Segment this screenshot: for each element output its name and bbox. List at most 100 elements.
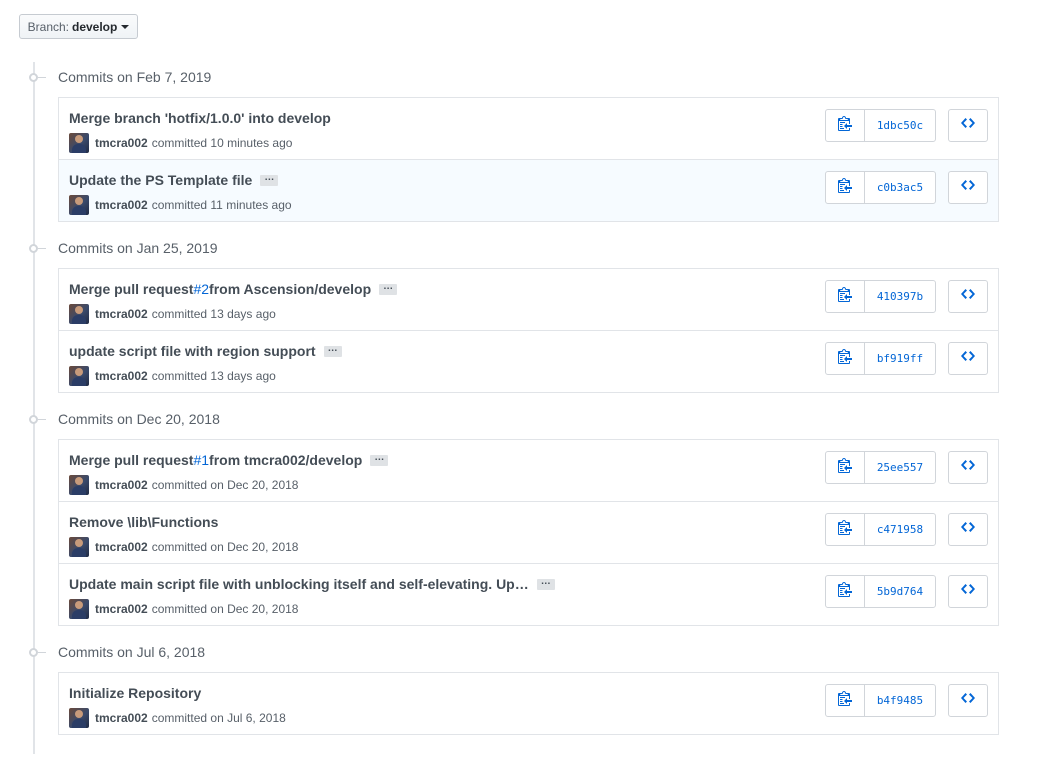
copy-sha-button[interactable] [826, 343, 865, 374]
code-icon [961, 115, 975, 136]
commit-title[interactable]: Remove \lib\Functions [69, 514, 218, 530]
avatar[interactable] [69, 195, 89, 215]
branch-select-button[interactable]: Branch: develop [19, 14, 138, 39]
commit-title[interactable]: Merge pull request #1 from tmcra002/deve… [69, 452, 389, 468]
commit-title[interactable]: Merge branch 'hotfix/1.0.0' into develop [69, 110, 331, 126]
copy-sha-button[interactable] [826, 281, 865, 312]
commit-list: Initialize Repository tmcra002 committed o… [58, 672, 999, 735]
avatar[interactable] [69, 133, 89, 153]
avatar[interactable] [69, 304, 89, 324]
commit-sha-link[interactable]: c0b3ac5 [865, 172, 935, 203]
sha-button-group: c0b3ac5 [825, 171, 936, 204]
browse-repo-button[interactable] [948, 280, 988, 313]
commit-author[interactable]: tmcra002 [95, 198, 148, 212]
copy-sha-button[interactable] [826, 452, 865, 483]
commit-author[interactable]: tmcra002 [95, 711, 148, 725]
sha-button-group: 25ee557 [825, 451, 936, 484]
commit-title-text[interactable]: update script file with region support [69, 343, 316, 359]
copy-sha-button[interactable] [826, 110, 865, 141]
code-icon [961, 690, 975, 711]
commit-author[interactable]: tmcra002 [95, 369, 148, 383]
commit-author[interactable]: tmcra002 [95, 307, 148, 321]
commit-group-date: Commits on Dec 20, 2018 [58, 411, 220, 427]
commit-group-header: Commits on Jan 25, 2019 [26, 238, 218, 258]
commit-time: committed on Jul 6, 2018 [151, 711, 286, 725]
commit-author[interactable]: tmcra002 [95, 540, 148, 554]
commit-meta: tmcra002 committed on Dec 20, 2018 [69, 475, 298, 495]
ellipsis-icon[interactable]: … [323, 343, 342, 357]
commit-author[interactable]: tmcra002 [95, 602, 148, 616]
browse-repo-button[interactable] [948, 342, 988, 375]
sha-button-group: 410397b [825, 280, 936, 313]
browse-repo-button[interactable] [948, 513, 988, 546]
copy-sha-button[interactable] [826, 576, 865, 607]
commit-title-text[interactable]: Remove \lib\Functions [69, 514, 218, 530]
browse-repo-button[interactable] [948, 109, 988, 142]
avatar[interactable] [69, 475, 89, 495]
avatar[interactable] [69, 537, 89, 557]
commit-meta: tmcra002 committed on Jul 6, 2018 [69, 708, 286, 728]
clipboard-icon [838, 115, 852, 136]
commit-title[interactable]: Merge pull request #2 from Ascension/dev… [69, 281, 398, 297]
commit-time: committed 13 days ago [151, 369, 276, 383]
commit-sha-link[interactable]: 5b9d764 [865, 576, 935, 607]
ellipsis-icon[interactable]: … [260, 172, 279, 186]
copy-sha-button[interactable] [826, 685, 865, 716]
commit-title[interactable]: Update main script file with unblocking … [69, 576, 555, 592]
commit-group-date: Commits on Jul 6, 2018 [58, 644, 206, 660]
browse-repo-button[interactable] [948, 451, 988, 484]
copy-sha-button[interactable] [826, 514, 865, 545]
commit-time: committed 13 days ago [151, 307, 276, 321]
clipboard-icon [838, 177, 852, 198]
ellipsis-icon[interactable]: … [379, 281, 398, 295]
commit-sha-link[interactable]: 410397b [865, 281, 935, 312]
code-icon [961, 581, 975, 602]
commit-title-text[interactable]: from tmcra002/develop [209, 452, 362, 468]
commit-sha-link[interactable]: c471958 [865, 514, 935, 545]
copy-sha-button[interactable] [826, 172, 865, 203]
commit-title-text[interactable]: Initialize Repository [69, 685, 201, 701]
commit-time: committed 11 minutes ago [151, 198, 292, 212]
browse-repo-button[interactable] [948, 171, 988, 204]
commit-author[interactable]: tmcra002 [95, 136, 148, 150]
ellipsis-icon[interactable]: … [536, 576, 555, 590]
commit-meta: tmcra002 committed on Dec 20, 2018 [69, 537, 298, 557]
commit-time: committed 10 minutes ago [151, 136, 293, 150]
branch-label: Branch: [27, 19, 69, 34]
avatar[interactable] [69, 366, 89, 386]
code-icon [961, 348, 975, 369]
commit-title[interactable]: Initialize Repository [69, 685, 201, 701]
commit-group-header: Commits on Dec 20, 2018 [26, 409, 220, 429]
commit-title-text[interactable]: Merge pull request [69, 281, 193, 297]
commit-sha-link[interactable]: b4f9485 [865, 685, 935, 716]
ellipsis-icon[interactable]: … [370, 452, 389, 466]
commit-title-text[interactable]: Update main script file with unblocking … [69, 576, 529, 592]
pull-request-link[interactable]: #1 [193, 452, 209, 468]
commit-sha-link[interactable]: bf919ff [865, 343, 935, 374]
clipboard-icon [838, 690, 852, 711]
commit-author[interactable]: tmcra002 [95, 478, 148, 492]
commit-row: Update main script file with unblocking … [59, 563, 998, 625]
commit-title-text[interactable]: Merge pull request [69, 452, 193, 468]
avatar[interactable] [69, 708, 89, 728]
browse-repo-button[interactable] [948, 575, 988, 608]
commit-meta: tmcra002 committed 11 minutes ago [69, 195, 292, 215]
commit-time: committed on Dec 20, 2018 [151, 478, 299, 492]
commit-title-text[interactable]: Update the PS Template file [69, 172, 252, 188]
timeline-node-icon [26, 414, 48, 424]
browse-repo-button[interactable] [948, 684, 988, 717]
commit-title[interactable]: update script file with region support … [69, 343, 342, 359]
commit-sha-link[interactable]: 1dbc50c [865, 110, 935, 141]
commit-list: Merge pull request #1 from tmcra002/deve… [58, 439, 999, 626]
commit-sha-link[interactable]: 25ee557 [865, 452, 935, 483]
commit-title-text[interactable]: Merge branch 'hotfix/1.0.0' into develop [69, 110, 331, 126]
commit-meta: tmcra002 committed 13 days ago [69, 304, 276, 324]
commit-group-date: Commits on Feb 7, 2019 [58, 69, 212, 85]
avatar[interactable] [69, 599, 89, 619]
commit-row: Merge branch 'hotfix/1.0.0' into develop… [59, 98, 998, 159]
commit-list: Merge pull request #2 from Ascension/dev… [58, 268, 999, 393]
commit-title[interactable]: Update the PS Template file … [69, 172, 279, 188]
commit-title-text[interactable]: from Ascension/develop [209, 281, 371, 297]
commit-group-header: Commits on Jul 6, 2018 [26, 642, 205, 662]
pull-request-link[interactable]: #2 [193, 281, 209, 297]
